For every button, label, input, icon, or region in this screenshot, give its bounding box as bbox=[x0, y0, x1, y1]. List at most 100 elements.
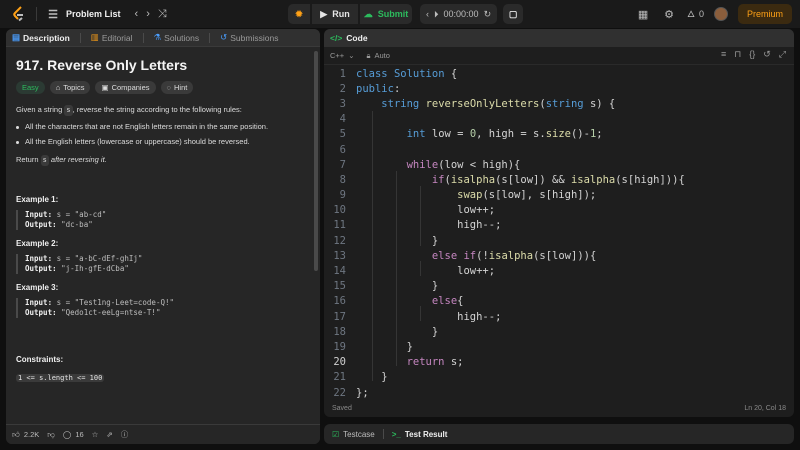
example-output: "dc-ba" bbox=[56, 220, 93, 229]
line-number: 13 bbox=[333, 249, 346, 262]
code-line: 13 else if(!isalpha(s[low])){ bbox=[324, 248, 794, 263]
editor-tools: ≡ ⊓ {} ↺ ⤢ bbox=[721, 49, 786, 60]
code-line: 14 low++; bbox=[324, 263, 794, 278]
tab-submissions[interactable]: ↺ Submissions bbox=[220, 32, 278, 43]
star-icon[interactable]: ☆ bbox=[92, 430, 99, 439]
label: Input: bbox=[25, 210, 53, 219]
text: , reverse the string according to the fo… bbox=[72, 105, 242, 114]
language-select[interactable]: C++ ⌄ bbox=[330, 51, 354, 60]
language-label: C++ bbox=[330, 51, 345, 60]
code-line: 5 int low = 0, high = s.size()-1; bbox=[324, 127, 794, 142]
gear-icon[interactable]: ⚙ bbox=[661, 6, 677, 22]
streak-counter[interactable]: 🜂 0 bbox=[687, 5, 704, 23]
text: Given a string bbox=[16, 105, 65, 114]
leetcode-logo[interactable] bbox=[10, 5, 28, 23]
indent-guide bbox=[420, 261, 421, 276]
reset-icon[interactable]: ↻ bbox=[484, 9, 492, 20]
braces-icon[interactable]: {} bbox=[749, 49, 755, 60]
tab-label: Test Result bbox=[404, 429, 448, 439]
inline-code: s bbox=[64, 105, 73, 116]
premium-button[interactable]: Premium bbox=[737, 4, 792, 24]
code-panel: </> Code C++ ⌄ 🔒︎ Auto ≡ ⊓ {} ↺ ⤢ 1 class S… bbox=[324, 29, 794, 417]
next-problem-icon[interactable]: › bbox=[146, 8, 150, 20]
line-number: 9 bbox=[339, 189, 346, 202]
reset-code-icon[interactable]: ↺ bbox=[763, 49, 771, 60]
description-text: Given a string s, reverse the string acc… bbox=[16, 104, 310, 116]
play-icon: ▶ bbox=[320, 8, 328, 19]
submit-button[interactable]: ☁ Submit bbox=[360, 4, 412, 24]
tag-icon: ⌂ bbox=[55, 83, 61, 92]
run-button[interactable]: ▶ Run bbox=[312, 4, 358, 24]
code-line: 20 return s; bbox=[324, 355, 794, 370]
note-button[interactable]: ▢ bbox=[503, 4, 524, 24]
tab-description[interactable]: ▤ Description bbox=[12, 32, 70, 43]
code-tab[interactable]: </> Code bbox=[324, 29, 794, 47]
line-number: 11 bbox=[333, 219, 346, 232]
timer[interactable]: ‹ ⏵ 00:00:00 ↻ bbox=[420, 4, 498, 24]
line-number: 18 bbox=[333, 325, 346, 338]
thumbs-up-icon: 👍︎ bbox=[12, 429, 20, 439]
prev-problem-icon[interactable]: ‹ bbox=[135, 8, 139, 20]
problem-footer: 👍︎ 2.2K 👎︎ ◯ 16 ☆ ⇗ ⓘ bbox=[6, 424, 320, 444]
scrollbar[interactable] bbox=[314, 51, 318, 271]
line-number: 2 bbox=[339, 82, 346, 95]
autosave-indicator[interactable]: 🔒︎ Auto bbox=[366, 51, 389, 61]
bookmark-icon[interactable]: ⊓ bbox=[734, 49, 741, 60]
layout-icon[interactable]: ▦ bbox=[635, 6, 651, 22]
avatar[interactable] bbox=[713, 7, 728, 21]
like-button[interactable]: 👍︎ 2.2K bbox=[12, 430, 39, 440]
line-number: 15 bbox=[333, 280, 346, 293]
example-box: Input: s = "ab-cd" Output: "dc-ba" bbox=[16, 210, 310, 230]
code-line: 3 string reverseOnlyLetters(string s) { bbox=[324, 96, 794, 111]
chevron-left-icon[interactable]: ‹ bbox=[426, 9, 429, 19]
hint-chip[interactable]: ◌ Hint bbox=[160, 81, 194, 94]
document-icon: ▤ bbox=[12, 32, 21, 42]
cloud-upload-icon: ☁ bbox=[363, 8, 373, 19]
code-line: 21 } bbox=[324, 370, 794, 385]
help-icon[interactable]: ⓘ bbox=[121, 429, 129, 440]
debug-button[interactable]: ✹ bbox=[288, 4, 310, 24]
divider bbox=[142, 32, 144, 43]
problem-chips: Easy ⌂ Topics ▣ Companies ◌ Hint bbox=[16, 81, 310, 94]
briefcase-icon: ▣ bbox=[101, 83, 109, 92]
topics-chip[interactable]: ⌂ Topics bbox=[49, 81, 91, 94]
shuffle-icon[interactable]: ⤨ bbox=[158, 8, 167, 21]
problem-list-button[interactable]: ☰ Problem List bbox=[45, 6, 120, 22]
save-status: Saved bbox=[332, 404, 352, 412]
chip-label: Topics bbox=[63, 83, 85, 92]
rule-text: All the characters that are not English … bbox=[25, 122, 269, 131]
problem-title[interactable]: 917. Reverse Only Letters bbox=[16, 57, 310, 73]
example-output: "j-Ih-gfE-dCba" bbox=[56, 264, 129, 273]
indent-guide bbox=[420, 186, 421, 246]
tab-editorial[interactable]: ▥ Editorial bbox=[91, 32, 133, 43]
line-number: 10 bbox=[333, 204, 346, 217]
code-line: 18 } bbox=[324, 324, 794, 339]
tab-testcase[interactable]: ☑ Testcase bbox=[332, 430, 375, 439]
divider bbox=[209, 32, 211, 43]
companies-chip[interactable]: ▣ Companies bbox=[95, 81, 156, 94]
text: after reversing it. bbox=[48, 155, 107, 164]
code-line: 15 } bbox=[324, 279, 794, 294]
thumbs-down-icon[interactable]: 👎︎ bbox=[47, 430, 55, 440]
tab-solutions[interactable]: ⚗ Solutions bbox=[154, 32, 200, 43]
example-input: s = "Test1ng-Leet=code-Q!" bbox=[52, 298, 175, 307]
comments-button[interactable]: ◯ 16 bbox=[63, 430, 84, 439]
tab-test-result[interactable]: >_ Test Result bbox=[392, 430, 448, 439]
terminal-icon: >_ bbox=[391, 429, 401, 439]
tab-label: Solutions bbox=[164, 32, 200, 43]
code-editor[interactable]: 1 class Solution { 2 public: 3 string reve… bbox=[324, 66, 794, 399]
play-circle-icon[interactable]: ⏵ bbox=[434, 9, 439, 20]
label: Output: bbox=[25, 264, 57, 273]
share-icon[interactable]: ⇗ bbox=[106, 430, 112, 439]
divider bbox=[36, 7, 37, 21]
streak-count: 0 bbox=[698, 9, 704, 19]
format-icon[interactable]: ≡ bbox=[721, 49, 726, 60]
line-number: 6 bbox=[339, 143, 346, 156]
divider bbox=[382, 429, 384, 439]
code-line: 4 bbox=[324, 112, 794, 127]
line-number: 7 bbox=[339, 158, 346, 171]
code-line: 1 class Solution { bbox=[324, 66, 794, 81]
expand-icon[interactable]: ⤢ bbox=[779, 49, 786, 60]
divider bbox=[79, 32, 81, 43]
